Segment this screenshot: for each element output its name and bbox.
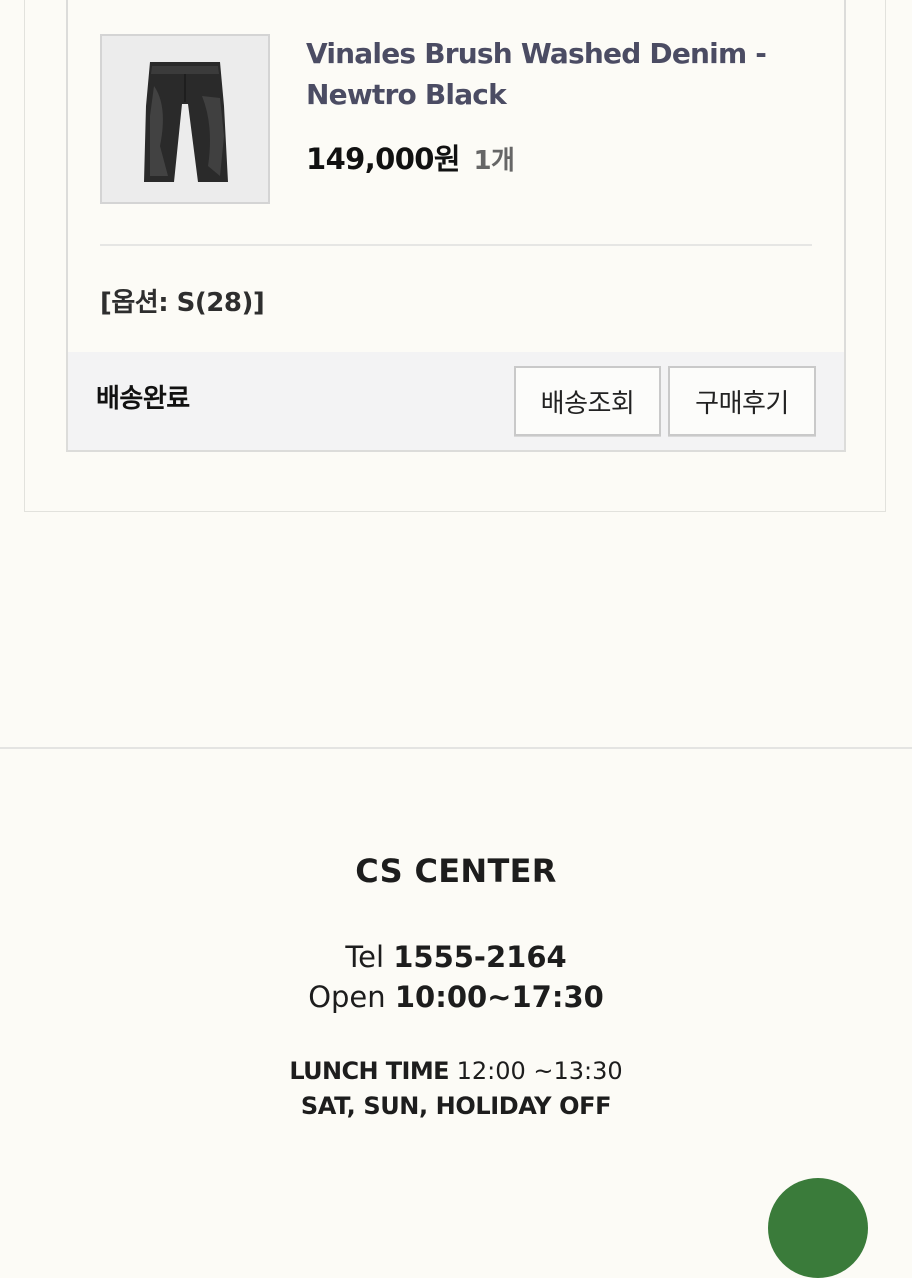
divider [100, 244, 812, 246]
cs-tel: Tel 1555-2164 [0, 940, 912, 974]
product-option: [옵션: S(28)] [100, 288, 265, 318]
delivery-status: 배송완료 [96, 384, 190, 414]
cs-lunch-time: LUNCH TIME 12:00 ~13:30 [0, 1057, 912, 1085]
chat-icon[interactable] [768, 1178, 868, 1278]
open-hours: 10:00~17:30 [394, 980, 604, 1014]
tel-label: Tel [345, 940, 384, 974]
lunch-label: LUNCH TIME [289, 1057, 449, 1085]
cs-center-title: CS CENTER [355, 852, 557, 890]
denim-pants-image [102, 36, 268, 202]
tel-number[interactable]: 1555-2164 [393, 940, 566, 974]
price-line: 149,000원 1개 [306, 136, 515, 178]
product-price: 149,000원 [306, 142, 461, 176]
product-quantity: 1개 [473, 146, 515, 176]
lunch-hours: 12:00 ~13:30 [456, 1057, 623, 1085]
product-name[interactable]: Vinales Brush Washed Denim - Newtro Blac… [306, 33, 806, 115]
product-thumbnail[interactable] [100, 34, 270, 204]
footer-divider [0, 747, 912, 749]
track-delivery-button[interactable]: 배송조회 [514, 366, 661, 436]
open-label: Open [308, 980, 386, 1014]
cs-holiday-off: SAT, SUN, HOLIDAY OFF [300, 1092, 612, 1120]
write-review-button[interactable]: 구매후기 [668, 366, 816, 436]
cs-open-hours: Open 10:00~17:30 [0, 980, 912, 1014]
